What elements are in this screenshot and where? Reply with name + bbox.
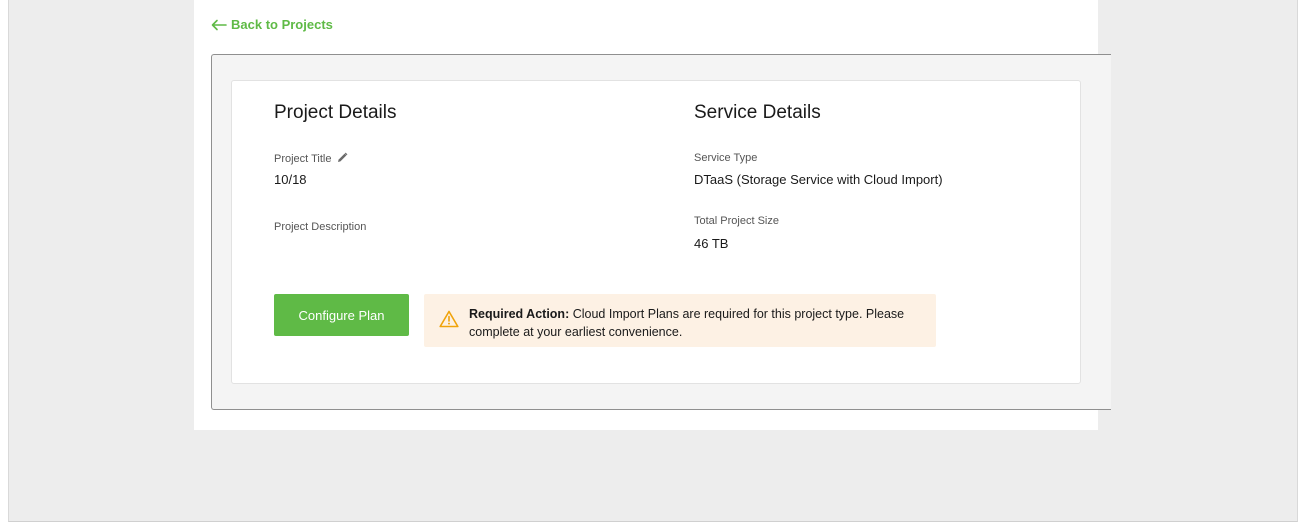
alert-title: Required Action: (469, 307, 570, 321)
alert-message: Required Action: Cloud Import Plans are … (469, 305, 929, 341)
project-panel: Project Details Project Title 10/18 Proj… (211, 54, 1111, 410)
project-description-label: Project Description (274, 221, 367, 233)
service-details-heading: Service Details (694, 102, 821, 123)
main-content: Back to Projects Project Details Project… (194, 0, 1111, 430)
project-title-label-row: Project Title (274, 152, 348, 166)
warning-triangle-icon (439, 310, 459, 333)
page-frame: Back to Projects Project Details Project… (8, 0, 1298, 522)
project-title-value: 10/18 (274, 172, 307, 187)
arrow-left-icon (211, 19, 227, 31)
back-link-label: Back to Projects (231, 17, 333, 32)
project-details-heading: Project Details (274, 102, 397, 123)
service-type-label: Service Type (694, 152, 758, 164)
back-to-projects-link[interactable]: Back to Projects (211, 17, 333, 32)
total-project-size-value: 46 TB (694, 236, 729, 251)
project-card: Project Details Project Title 10/18 Proj… (231, 80, 1081, 384)
project-title-label: Project Title (274, 153, 332, 165)
total-project-size-label: Total Project Size (694, 215, 779, 227)
pencil-icon[interactable] (337, 152, 348, 166)
required-action-alert: Required Action: Cloud Import Plans are … (424, 294, 936, 347)
service-type-value: DTaaS (Storage Service with Cloud Import… (694, 172, 943, 187)
configure-plan-button[interactable]: Configure Plan (274, 294, 409, 336)
